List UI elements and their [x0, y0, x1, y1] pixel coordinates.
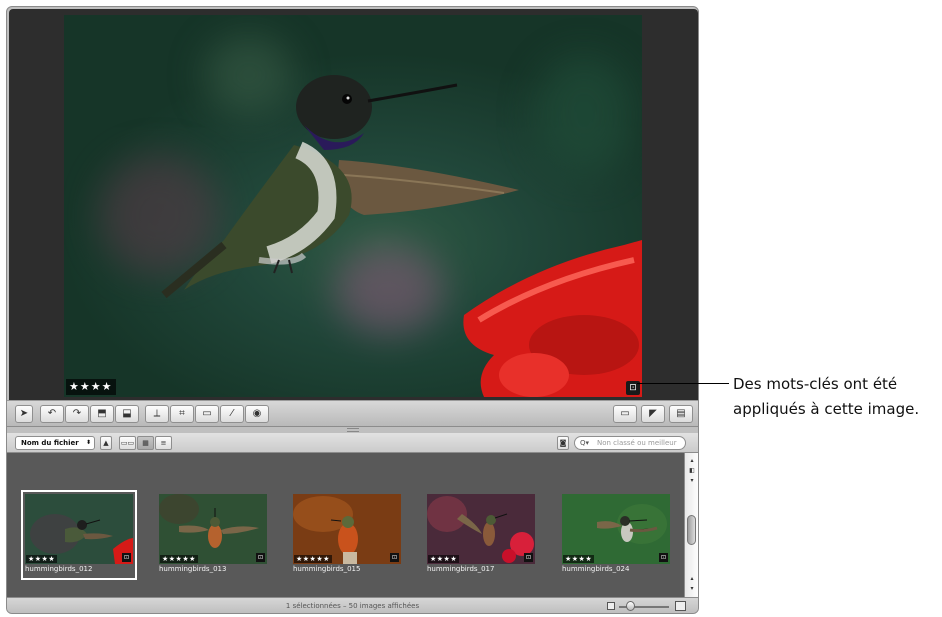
grid-view-icon[interactable]: ▦ [137, 436, 154, 450]
thumbnail-filename: hummingbirds_013 [159, 565, 227, 573]
thumbnail-item[interactable]: ★★★★ ⊡ hummingbirds_017 [427, 494, 535, 576]
keyword-tag-icon: ⊡ [524, 553, 533, 562]
search-filter-field[interactable]: Q▾ Non classé ou meilleur [574, 436, 686, 450]
scroll-slider-icon[interactable]: ◧ [687, 467, 697, 474]
thumbnail-image: ★★★★ ⊡ [562, 494, 670, 564]
callout-line [637, 383, 729, 384]
chevron-up-down-icon: ⬍ [85, 439, 91, 446]
thumbnail-image: ★★★★ ⊡ [25, 494, 133, 564]
rotate-right-icon[interactable]: ↷ [65, 405, 89, 423]
scroll-down-arrow-icon[interactable]: ▾ [687, 585, 697, 592]
zoom-out-icon[interactable] [607, 602, 615, 610]
thumbnail-rating: ★★★★★ [294, 555, 332, 563]
scrollbar-thumb[interactable] [687, 515, 696, 545]
browser-scrollbar[interactable]: ▴ ◧ ▾ ▴ ▾ [684, 453, 698, 597]
viewer-pane: ★★★★ ⊡ [9, 9, 698, 400]
callout-line-2: appliqués à cette image. [733, 400, 920, 418]
retouch-brush-icon[interactable]: ⁄ [220, 405, 244, 423]
thumbnail-item[interactable]: ★★★★★ ⊡ hummingbirds_013 [159, 494, 267, 576]
scroll-down-small-icon[interactable]: ▾ [687, 477, 697, 484]
viewer-mode-icon[interactable]: ▭ [613, 405, 637, 423]
keyword-tag-icon: ⊡ [659, 553, 668, 562]
thumbnail-rating: ★★★★ [428, 555, 460, 563]
keyword-tag-icon: ⊡ [256, 553, 265, 562]
scroll-up-arrow-icon[interactable]: ▴ [687, 575, 697, 582]
thumbnail-item[interactable]: ★★★★ ⊡ hummingbirds_012 [21, 490, 137, 580]
thumbnail-filename: hummingbirds_017 [427, 565, 495, 573]
thumbnail-rating: ★★★★ [26, 555, 58, 563]
flag-icon[interactable]: ◤ [641, 405, 665, 423]
list-view-icon[interactable]: ≡ [155, 436, 172, 450]
callout-line-1: Des mots-clés ont été [733, 375, 898, 393]
slider-knob[interactable] [626, 601, 635, 611]
scroll-up-small-icon[interactable]: ▴ [687, 457, 697, 464]
zoom-in-icon[interactable] [675, 601, 686, 611]
rating-badge: ★★★★ [66, 379, 117, 395]
target-tool-icon[interactable]: ◉ [245, 405, 269, 423]
pane-splitter[interactable] [347, 428, 359, 432]
search-icon: Q▾ [580, 439, 590, 447]
info-panel-icon[interactable]: ▤ [669, 405, 693, 423]
thumbnail-image: ★★★★★ ⊡ [293, 494, 401, 564]
straighten-tool-icon[interactable]: ⟂ [145, 405, 169, 423]
lift-tool-icon[interactable]: ⬒ [90, 405, 114, 423]
keyword-tag-icon: ⊡ [122, 553, 131, 562]
select-tool-icon[interactable]: ➤ [15, 405, 33, 423]
search-placeholder: Non classé ou meilleur [597, 439, 677, 447]
browser-grid: ★★★★ ⊡ hummingbirds_012 ★★★★★ ⊡ hummingb… [7, 453, 684, 597]
browser-header: Nom du fichier ⬍ ▲ ▭▭ ▦ ≡ ◙ Q▾ Non class… [7, 433, 698, 453]
selection-status: 1 sélectionnées – 50 images affichées [285, 602, 420, 610]
thumbnail-item[interactable]: ★★★★ ⊡ hummingbirds_024 [562, 494, 670, 576]
thumbnail-item[interactable]: ★★★★★ ⊡ hummingbirds_015 [293, 494, 401, 576]
main-photo[interactable]: ★★★★ ⊡ [64, 15, 642, 397]
stamp-tool-icon[interactable]: ⬓ [115, 405, 139, 423]
thumbnail-filename: hummingbirds_012 [25, 565, 93, 573]
thumbnail-filename: hummingbirds_024 [562, 565, 630, 573]
thumbnail-image: ★★★★★ ⊡ [159, 494, 267, 564]
callout-annotation: Des mots-clés ont été appliqués à cette … [733, 372, 938, 422]
sort-select[interactable]: Nom du fichier ⬍ [15, 436, 95, 450]
sort-select-label: Nom du fichier [21, 439, 79, 447]
rotate-left-icon[interactable]: ↶ [40, 405, 64, 423]
sort-direction-button[interactable]: ▲ [100, 436, 112, 450]
keyword-tag-icon: ⊡ [390, 553, 399, 562]
thumbnail-filename: hummingbirds_015 [293, 565, 361, 573]
thumbnail-image: ★★★★ ⊡ [427, 494, 535, 564]
status-bar: 1 sélectionnées – 50 images affichées [7, 597, 698, 613]
thumbnail-rating: ★★★★ [563, 555, 595, 563]
crop-tool-icon[interactable]: ⌗ [170, 405, 194, 423]
filter-hud-icon[interactable]: ◙ [557, 436, 569, 450]
aperture-window: ★★★★ ⊡ ➤ ↶ ↷ ⬒ ⬓ ⟂ ⌗ ▭ ⁄ ◉ ▭ ◤ ▤ Nom du … [6, 6, 699, 614]
thumbnail-rating: ★★★★★ [160, 555, 198, 563]
filmstrip-view-icon[interactable]: ▭▭ [119, 436, 136, 450]
hummingbird-image [161, 75, 642, 397]
red-eye-tool-icon[interactable]: ▭ [195, 405, 219, 423]
tool-strip: ➤ ↶ ↷ ⬒ ⬓ ⟂ ⌗ ▭ ⁄ ◉ ▭ ◤ ▤ [7, 400, 698, 427]
